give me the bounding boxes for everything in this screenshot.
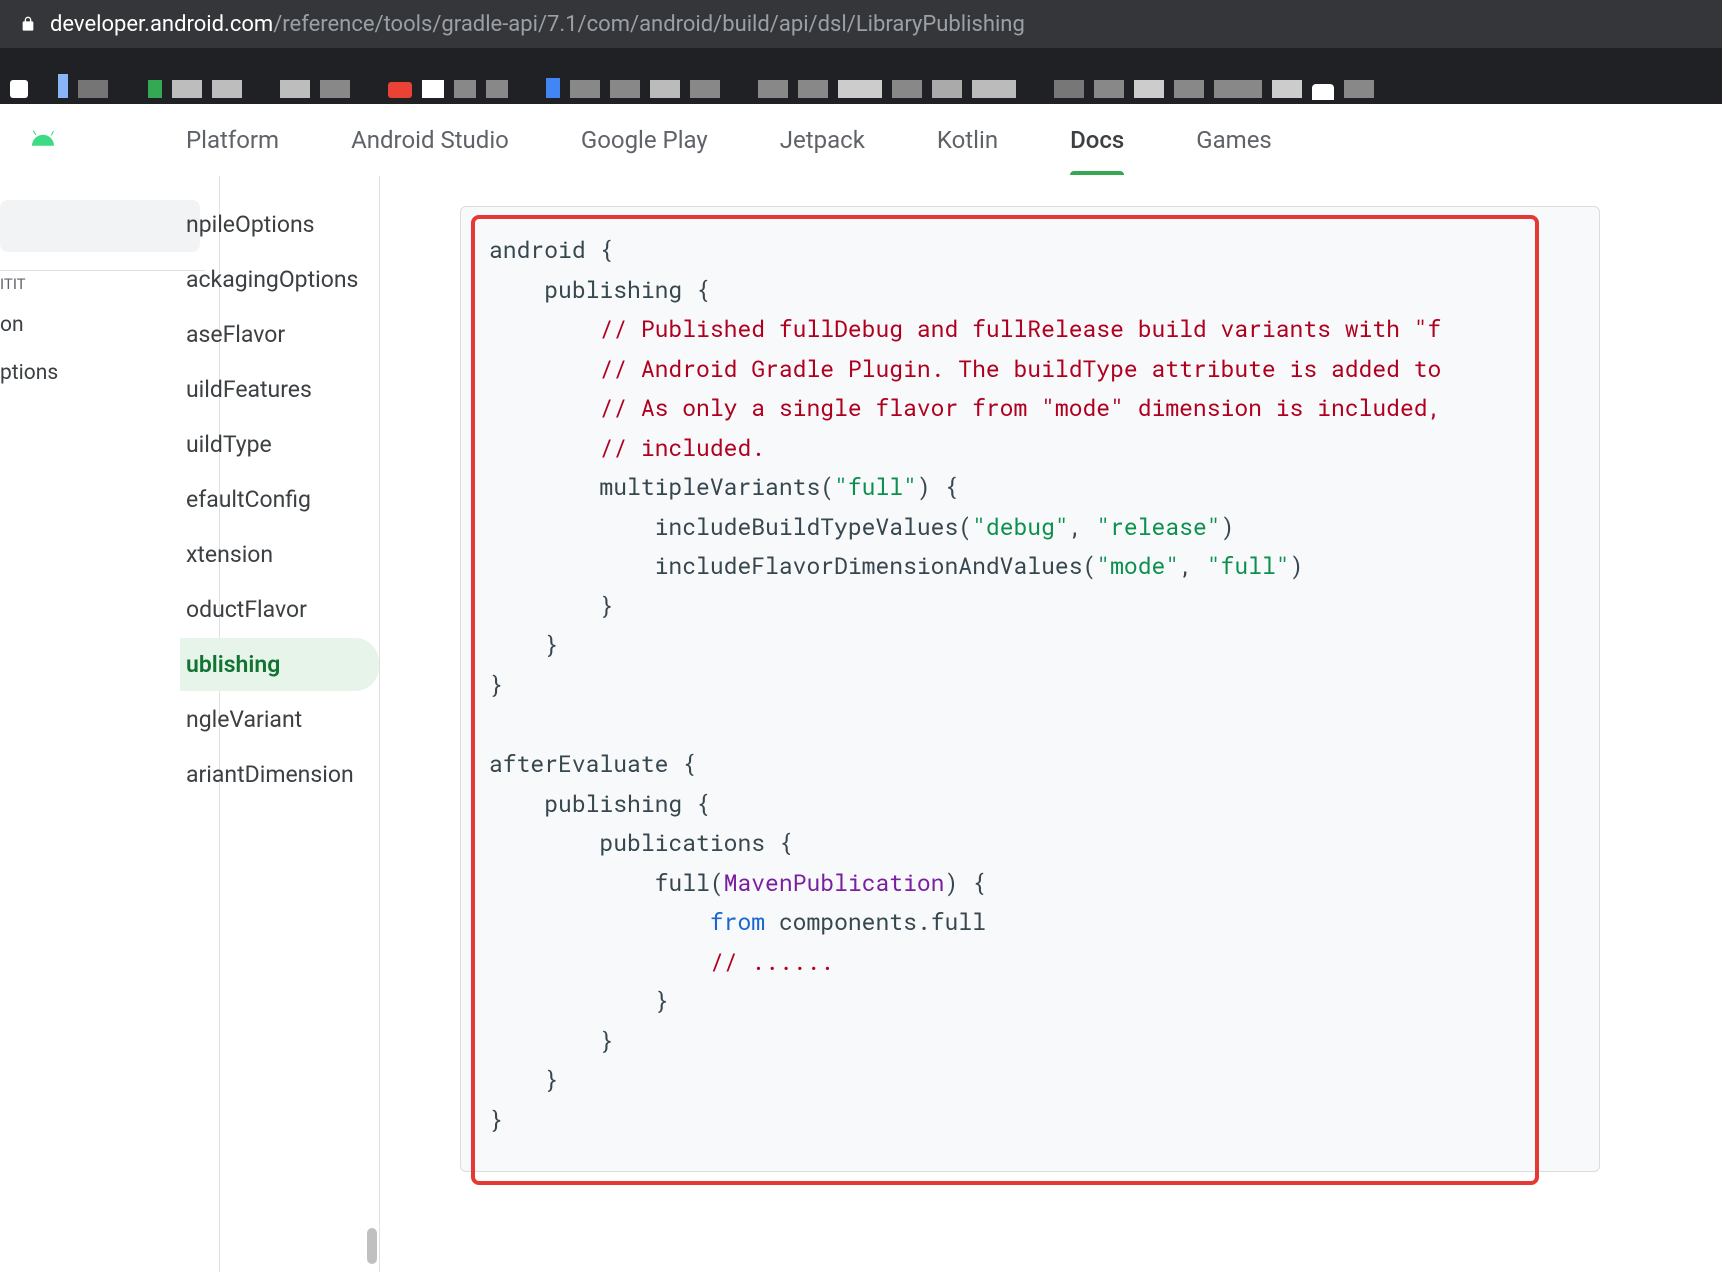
android-logo-icon[interactable] bbox=[20, 126, 66, 154]
tab-favicon[interactable] bbox=[388, 82, 412, 98]
code-text: android { publishing { // Published full… bbox=[461, 207, 1599, 1171]
tab-block[interactable] bbox=[1272, 80, 1302, 98]
sidebar-item[interactable]: uildFeatures bbox=[180, 363, 379, 416]
tab-block[interactable] bbox=[1214, 80, 1262, 98]
main-content: android { publishing { // Published full… bbox=[380, 176, 1722, 1272]
code-block[interactable]: android { publishing { // Published full… bbox=[460, 206, 1600, 1172]
url-path: /reference/tools/gradle-api/7.1/com/andr… bbox=[273, 12, 1025, 37]
nav-item-kotlin[interactable]: Kotlin bbox=[937, 108, 998, 172]
tab-block[interactable] bbox=[172, 80, 202, 98]
content-area: ITIT on ptions npileOptionsackagingOptio… bbox=[0, 176, 1722, 1272]
tab-block[interactable] bbox=[610, 80, 640, 98]
tab-block[interactable] bbox=[280, 80, 310, 98]
tab-block[interactable] bbox=[212, 80, 242, 98]
sidebar-item[interactable]: uildType bbox=[180, 418, 379, 471]
tab-block[interactable] bbox=[1094, 80, 1124, 98]
url-text: developer.android.com/reference/tools/gr… bbox=[50, 12, 1025, 37]
tab-favicon[interactable] bbox=[148, 80, 162, 98]
top-navigation: Platform Android Studio Google Play Jetpack… bbox=[0, 104, 1722, 176]
tab-block[interactable] bbox=[1312, 84, 1334, 100]
tab-block[interactable] bbox=[1054, 80, 1084, 98]
tab-block[interactable] bbox=[454, 80, 476, 98]
tab-block[interactable] bbox=[932, 80, 962, 98]
browser-address-bar[interactable]: developer.android.com/reference/tools/gr… bbox=[0, 0, 1722, 48]
url-domain: developer.android.com bbox=[50, 12, 273, 37]
tab-block[interactable] bbox=[320, 80, 350, 98]
sidebar-item[interactable]: aseFlavor bbox=[180, 308, 379, 361]
tab-block[interactable] bbox=[972, 80, 1016, 98]
tab-block[interactable] bbox=[892, 80, 922, 98]
tab-favicon[interactable] bbox=[10, 80, 28, 98]
sidebar-item[interactable]: ngleVariant bbox=[180, 693, 379, 746]
tab-block[interactable] bbox=[1134, 80, 1164, 98]
tab-block[interactable] bbox=[690, 80, 720, 98]
nav-item-platform[interactable]: Platform bbox=[186, 108, 279, 172]
sidebar-item[interactable]: xtension bbox=[180, 528, 379, 581]
tab-block[interactable] bbox=[422, 80, 444, 98]
sidebar-item[interactable]: ackagingOptions bbox=[180, 253, 379, 306]
browser-tabs-bar bbox=[0, 48, 1722, 104]
nav-item-jetpack[interactable]: Jetpack bbox=[780, 108, 865, 172]
tab-block[interactable] bbox=[798, 80, 828, 98]
filter-input[interactable] bbox=[0, 200, 200, 252]
sidebar-item[interactable]: ariantDimension bbox=[180, 748, 379, 801]
tab-block[interactable] bbox=[570, 80, 600, 98]
sidebar-item[interactable]: npileOptions bbox=[180, 198, 379, 251]
tab-block[interactable] bbox=[838, 80, 882, 98]
nav-item-docs[interactable]: Docs bbox=[1070, 108, 1124, 172]
lock-icon bbox=[20, 15, 36, 33]
tab-block[interactable] bbox=[1174, 80, 1204, 98]
sidebar-item[interactable]: oductFlavor bbox=[180, 583, 379, 636]
sidebar-item[interactable]: ublishing bbox=[180, 638, 379, 691]
nav-item-android-studio[interactable]: Android Studio bbox=[351, 108, 509, 172]
tab-favicon[interactable] bbox=[58, 74, 68, 98]
tab-block[interactable] bbox=[650, 80, 680, 98]
tab-block[interactable] bbox=[1344, 80, 1374, 98]
tab-block[interactable] bbox=[758, 80, 788, 98]
scrollbar-thumb[interactable] bbox=[367, 1228, 377, 1264]
sidebar-item[interactable]: efaultConfig bbox=[180, 473, 379, 526]
sidebar-nav: npileOptionsackagingOptionsaseFlavoruild… bbox=[220, 176, 380, 1272]
nav-item-games[interactable]: Games bbox=[1196, 108, 1272, 172]
tab-favicon[interactable] bbox=[546, 78, 560, 98]
tab-block[interactable] bbox=[486, 80, 508, 98]
tab-block[interactable] bbox=[78, 80, 108, 98]
nav-item-google-play[interactable]: Google Play bbox=[581, 108, 708, 172]
